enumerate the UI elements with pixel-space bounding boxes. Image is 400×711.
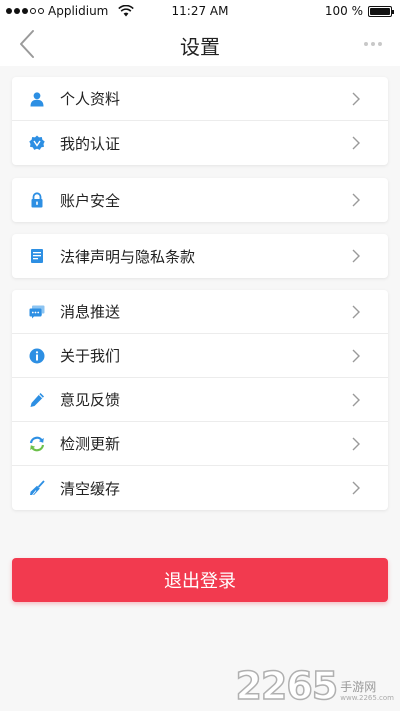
chevron-right-icon [352,92,360,106]
person-icon [28,90,46,108]
lock-icon [28,191,46,209]
status-right: 100 % [324,4,394,18]
more-icon[interactable] [364,42,382,46]
watermark-number: 2265 [235,664,339,708]
battery-icon [368,5,394,17]
settings-item-label: 清空缓存 [60,479,121,498]
settings-item-label: 消息推送 [60,303,121,321]
settings-item-account-security[interactable]: 账户安全 [12,178,388,222]
settings-item-label: 我的认证 [60,134,121,153]
settings-item-push-notifications[interactable]: 消息推送 [12,290,388,334]
settings-item-clear-cache[interactable]: 清空缓存 [12,466,388,510]
settings-item-legal-privacy[interactable]: 法律声明与隐私条款 [12,234,388,278]
info-icon [28,347,46,365]
settings-item-label: 法律声明与隐私条款 [60,247,196,266]
watermark-url: www.2265.com [340,694,394,702]
chevron-right-icon [352,305,360,319]
nav-bar: 设置 [0,22,400,66]
verified-badge-icon [28,134,46,152]
settings-item-label: 账户安全 [60,191,121,210]
watermark-name: 手游网 [340,680,377,694]
settings-item-profile[interactable]: 个人资料 [12,77,388,121]
settings-item-feedback[interactable]: 意见反馈 [12,378,388,422]
settings-item-check-update[interactable]: 检测更新 [12,422,388,466]
settings-item-label: 意见反馈 [60,391,121,409]
battery-percent: 100 % [324,4,363,18]
chevron-right-icon [352,393,360,407]
document-icon [28,247,46,265]
logout-button[interactable]: 退出登录 [12,558,388,602]
settings-item-certification[interactable]: 我的认证 [12,121,388,165]
settings-item-about-us[interactable]: 关于我们 [12,334,388,378]
settings-group-profile: 个人资料 我的认证 [12,77,388,165]
settings-group-general: 消息推送 关于我们 意见反馈 检测更新 清空缓存 [12,290,388,510]
watermark-side: 手游网 www.2265.com [340,680,394,703]
chevron-right-icon [352,349,360,363]
chevron-right-icon [352,193,360,207]
message-icon [28,303,46,321]
settings-content: 个人资料 我的认证 账户安全 法律声明与隐私条款 消息推送 关于我们 意见反馈 … [0,66,400,711]
chevron-right-icon [352,437,360,451]
settings-group-legal: 法律声明与隐私条款 [12,234,388,278]
settings-item-label: 检测更新 [60,435,121,453]
status-bar: Applidium 11:27 AM 100 % [0,0,400,22]
page-title: 设置 [180,35,220,59]
settings-group-security: 账户安全 [12,178,388,222]
settings-item-label: 关于我们 [60,347,121,365]
chevron-right-icon [352,249,360,263]
site-watermark: 2265 手游网 www.2265.com [235,664,394,708]
chevron-right-icon [352,136,360,150]
settings-item-label: 个人资料 [60,90,121,108]
refresh-icon [28,435,46,453]
broom-icon [28,479,46,497]
chevron-right-icon [352,481,360,495]
pencil-icon [28,391,46,409]
